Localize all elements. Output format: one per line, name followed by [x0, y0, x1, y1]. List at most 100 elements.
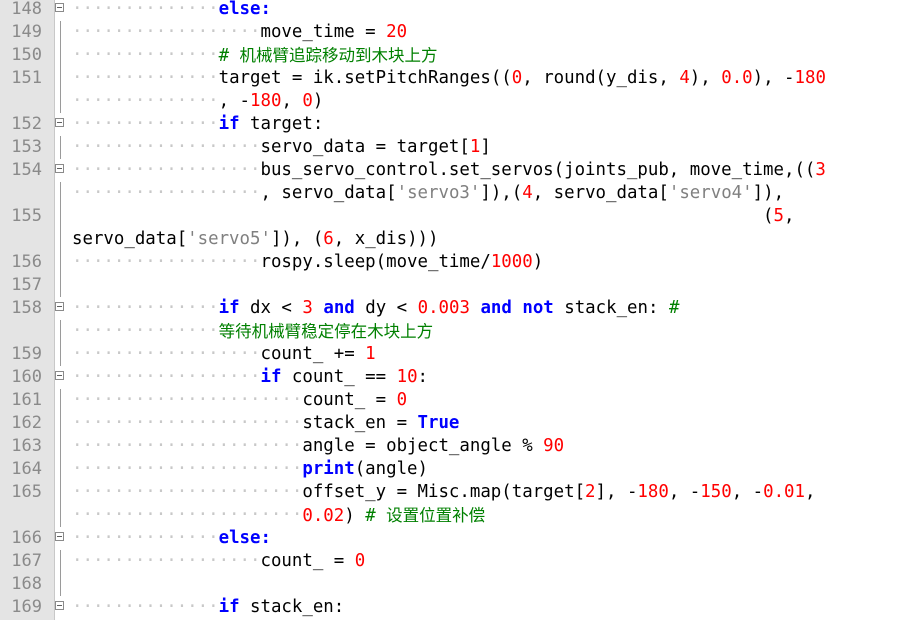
- code-token-num: 0.02: [302, 506, 345, 526]
- code-token-text: ], -: [595, 482, 638, 502]
- code-token-text: , -: [218, 91, 251, 111]
- fold-guide-line: [60, 251, 61, 274]
- fold-guide-line: [60, 550, 61, 573]
- code-line[interactable]: 153 ·················· servo_data = targe…: [0, 136, 924, 159]
- code-line[interactable]: ······················ 0.02) # 设置位置补偿: [0, 504, 924, 527]
- code-token-text: ): [532, 252, 544, 272]
- code-token-str: 'servo5': [187, 229, 271, 249]
- code-text: if target:: [72, 113, 324, 136]
- code-token-kw: print: [302, 459, 355, 479]
- line-number: 149: [11, 22, 42, 42]
- code-line[interactable]: ·············· 等待机械臂稳定停在木块上方: [0, 320, 924, 343]
- code-text: servo_data = target[1]: [72, 136, 491, 159]
- fold-guide-line: [60, 343, 61, 366]
- code-token-text: angle = object_angle %: [302, 436, 544, 456]
- code-token-num: 0: [354, 551, 366, 571]
- code-token-cmtc: 设置位置补偿: [386, 506, 486, 525]
- code-token-text: ]),: [752, 183, 785, 203]
- line-number: 165: [11, 482, 42, 502]
- code-line[interactable]: 158 ·············· if dx < 3 and dy < 0.0…: [0, 297, 924, 320]
- code-token-text: stack_en:: [239, 597, 345, 617]
- line-number: 156: [11, 252, 42, 272]
- code-token-text: offset_y = Misc.map(target[: [302, 482, 586, 502]
- code-line[interactable]: 162 ······················ stack_en = Tru…: [0, 412, 924, 435]
- fold-guide-line: [60, 21, 61, 44]
- code-token-kw: not: [522, 298, 554, 318]
- code-line[interactable]: 163 ······················ angle = object…: [0, 435, 924, 458]
- code-token-num: 0.0: [721, 68, 753, 88]
- code-line[interactable]: ·················· , servo_data['servo3'…: [0, 182, 924, 205]
- code-token-num: 10: [396, 367, 418, 387]
- code-line[interactable]: 151 ·············· target = ik.setPitchRa…: [0, 67, 924, 90]
- code-line[interactable]: 166 ·············· else:: [0, 527, 924, 550]
- code-line[interactable]: 152 ·············· if target:: [0, 113, 924, 136]
- line-number: 162: [11, 413, 42, 433]
- code-line[interactable]: 169 ·············· if stack_en:: [0, 596, 924, 619]
- code-line[interactable]: ·············· , -180, 0): [0, 90, 924, 113]
- code-token-text: ), -: [752, 68, 795, 88]
- code-token-text: , -: [731, 482, 764, 502]
- code-text: move_time = 20: [72, 21, 407, 44]
- code-line[interactable]: 154 ·················· bus_servo_control.…: [0, 159, 924, 182]
- code-text: offset_y = Misc.map(target[2], -180, -15…: [72, 481, 815, 504]
- fold-guide-line: [60, 182, 61, 205]
- fold-toggle-icon[interactable]: [55, 371, 64, 380]
- code-token-num: 180: [794, 68, 826, 88]
- code-token-num: 1000: [490, 252, 533, 272]
- code-token-num: 180: [250, 91, 282, 111]
- code-text: rospy.sleep(move_time/1000): [72, 251, 543, 274]
- code-editor[interactable]: 148 ·············· else: 149 ··············…: [0, 0, 924, 620]
- code-token-num: 20: [386, 22, 408, 42]
- code-token-num: 0: [396, 390, 408, 410]
- code-line[interactable]: 165 ······················ offset_y = Mis…: [0, 481, 924, 504]
- code-token-num: 3: [815, 160, 826, 180]
- code-token-kw: True: [417, 413, 460, 433]
- code-line[interactable]: 168: [0, 573, 924, 596]
- fold-guide-line: [60, 320, 61, 343]
- code-token-num: 150: [700, 482, 732, 502]
- code-line[interactable]: 150 ·············· # 机械臂追踪移动到木块上方: [0, 44, 924, 67]
- code-token-num: 4: [679, 68, 690, 88]
- code-line[interactable]: 167 ·················· count_ = 0: [0, 550, 924, 573]
- code-line[interactable]: 156 ·················· rospy.sleep(move_t…: [0, 251, 924, 274]
- fold-toggle-icon[interactable]: [55, 164, 64, 173]
- line-number: 148: [11, 0, 42, 19]
- code-token-text: count_ +=: [260, 344, 366, 364]
- fold-toggle-icon[interactable]: [55, 601, 64, 610]
- line-number: 168: [11, 574, 42, 594]
- code-token-text: , x_dis))): [333, 229, 439, 249]
- code-text: (5,: [72, 205, 794, 228]
- code-line[interactable]: 155 (5,: [0, 205, 924, 228]
- line-number: 152: [11, 114, 42, 134]
- code-text: if count_ == 10:: [72, 366, 428, 389]
- code-line[interactable]: 148 ·············· else:: [0, 0, 924, 21]
- code-text: angle = object_angle % 90: [72, 435, 564, 458]
- code-text: # 机械臂追踪移动到木块上方: [72, 44, 438, 68]
- code-text: , -180, 0): [72, 90, 324, 113]
- code-token-text: ): [312, 91, 324, 111]
- code-token-str: 'servo4': [668, 183, 753, 203]
- fold-toggle-icon[interactable]: [55, 3, 64, 12]
- code-token-text: :: [417, 367, 429, 387]
- code-line[interactable]: 161 ······················ count_ = 0: [0, 389, 924, 412]
- fold-toggle-icon[interactable]: [55, 532, 64, 541]
- code-token-text: ,: [281, 91, 303, 111]
- code-line[interactable]: 149 ·················· move_time = 20: [0, 21, 924, 44]
- code-line[interactable]: 164 ······················ print(angle): [0, 458, 924, 481]
- code-token-kw: else:: [218, 0, 271, 19]
- fold-toggle-icon[interactable]: [55, 302, 64, 311]
- fold-guide-line: [60, 573, 61, 596]
- code-token-text: target = ik.setPitchRanges((: [218, 68, 512, 88]
- line-number: 167: [11, 551, 42, 571]
- code-token-kw: and: [480, 298, 512, 318]
- code-token-text: stack_en =: [302, 413, 418, 433]
- code-token-num: 4: [522, 183, 533, 203]
- code-line[interactable]: 159 ·················· count_ += 1: [0, 343, 924, 366]
- code-line[interactable]: 157: [0, 274, 924, 297]
- fold-toggle-icon[interactable]: [55, 118, 64, 127]
- code-line[interactable]: servo_data['servo5']), (6, x_dis))): [0, 228, 924, 251]
- fold-guide-line: [60, 205, 61, 228]
- code-line[interactable]: 160 ·················· if count_ == 10:: [0, 366, 924, 389]
- code-token-num: 3: [302, 298, 313, 318]
- code-token-text: ]: [480, 137, 491, 157]
